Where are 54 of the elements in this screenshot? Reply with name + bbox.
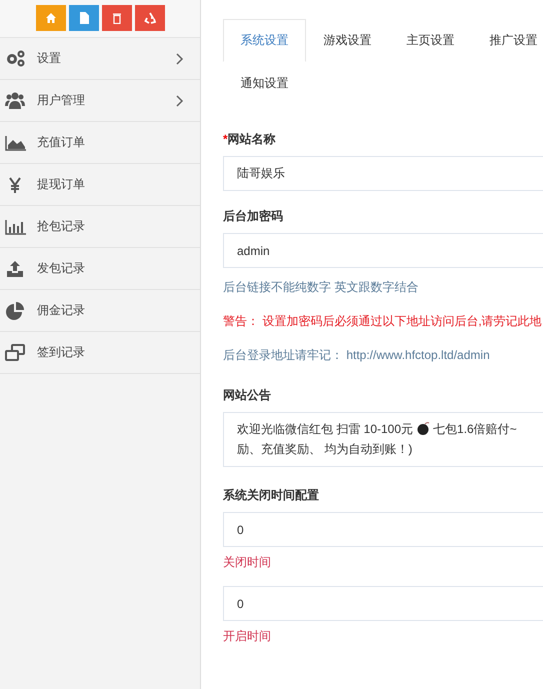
text-field[interactable]: admin	[223, 233, 543, 268]
area-chart-icon	[5, 133, 26, 152]
sidebar-label: 佣金记录	[37, 302, 86, 319]
sidebar-item[interactable]: 用户管理	[0, 80, 200, 122]
upload-icon	[5, 259, 26, 278]
gears-icon	[5, 49, 26, 68]
file-icon	[78, 12, 90, 24]
sidebar-label: 抢包记录	[37, 218, 86, 235]
trash-icon	[110, 12, 122, 24]
sidebar-label: 用户管理	[37, 92, 86, 109]
windows-icon	[5, 343, 26, 362]
sidebar-label: 提现订单	[37, 176, 86, 193]
sidebar-item[interactable]: 抢包记录	[0, 206, 200, 248]
help-text: 后台链接不能纯数字 英文跟数字结合	[223, 279, 420, 296]
sidebar-item[interactable]: 签到记录	[0, 332, 200, 374]
file-button[interactable]	[68, 5, 98, 31]
field-label: 系统关闭时间配置	[223, 487, 320, 504]
bomb-icon	[416, 421, 430, 435]
recycle-icon	[144, 12, 156, 24]
text-field[interactable]: 陆哥娱乐	[223, 156, 543, 191]
home-button[interactable]	[36, 5, 66, 31]
sidebar-label: 充值订单	[37, 134, 86, 151]
tab[interactable]: 系统设置	[223, 19, 306, 62]
home-icon	[44, 12, 56, 24]
tab[interactable]: 推广设置	[472, 19, 543, 62]
field-label: 网站公告	[223, 387, 272, 404]
text-field[interactable]: 0	[223, 586, 543, 621]
sidebar-item[interactable]: 设置	[0, 38, 200, 80]
field-note: 开启时间	[223, 628, 272, 645]
sidebar-item[interactable]: 发包记录	[0, 248, 200, 290]
recycle-button[interactable]	[134, 5, 164, 31]
help-text: 后台登录地址请牢记： http://www.hfctop.ltd/admin	[223, 347, 491, 364]
sidebar-label: 发包记录	[37, 260, 86, 277]
sidebar-item[interactable]: 提现订单	[0, 164, 200, 206]
sidebar-item[interactable]: 充值订单	[0, 122, 200, 164]
sidebar-label: 设置	[37, 50, 62, 67]
notice-text: 欢迎光临微信红包 扫雷 10-100元	[237, 422, 414, 436]
tab[interactable]: 通知设置	[223, 62, 306, 105]
field-label: *网站名称	[223, 131, 277, 148]
notice-text: 励、充值奖励、 均为自动到账！)	[237, 441, 414, 458]
warning-text: 警告： 设置加密码后必须通过以下地址访问后台,请劳记此地	[223, 313, 543, 330]
field-note: 关闭时间	[223, 554, 272, 571]
notice-text: 七包1.6倍赔付~	[433, 422, 517, 436]
tab[interactable]: 游戏设置	[306, 19, 389, 62]
bar-chart-icon	[5, 217, 26, 236]
field-label: 后台加密码	[223, 208, 284, 225]
pie-chart-icon	[5, 301, 26, 320]
text-field[interactable]: 0	[223, 512, 543, 547]
sidebar-label: 签到记录	[37, 344, 86, 361]
users-icon	[5, 91, 26, 110]
trash-button[interactable]	[102, 5, 132, 31]
tab[interactable]: 主页设置	[389, 19, 472, 62]
notice-textarea[interactable]: 欢迎光临微信红包 扫雷 10-100元 七包1.6倍赔付~ 励、充值奖励、 均为自动到账！)	[223, 412, 543, 467]
sidebar-item[interactable]: 佣金记录	[0, 290, 200, 332]
